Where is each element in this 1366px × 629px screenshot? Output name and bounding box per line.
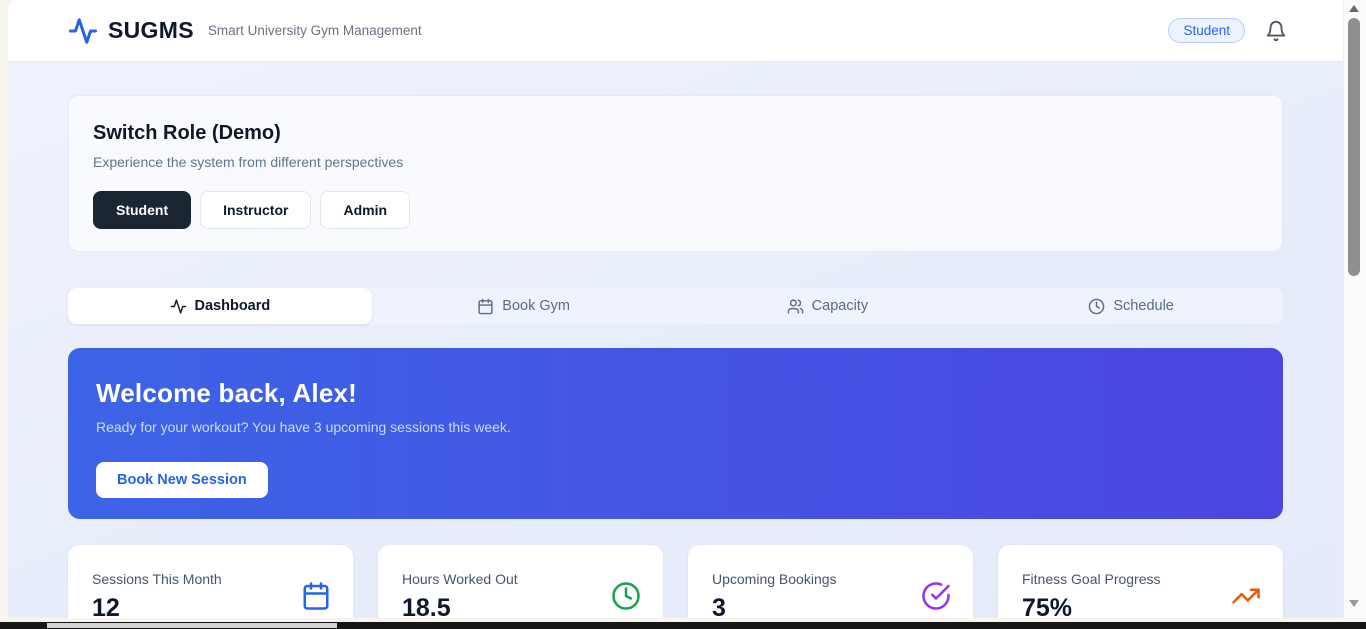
role-button-instructor[interactable]: Instructor [200,191,312,229]
tab-capacity[interactable]: Capacity [676,288,980,324]
trending-up-icon [1231,581,1261,611]
desktop: SUGMS Smart University Gym Management St… [0,0,1366,629]
tab-label: Book Gym [502,298,570,314]
scroll-down-arrow-icon[interactable] [1349,600,1359,607]
tab-schedule[interactable]: Schedule [979,288,1283,324]
stat-value: 18.5 [402,594,451,618]
stats-row: Sessions This Month 12 Hours Worked Out … [68,545,1283,618]
clock-icon [1089,298,1105,314]
check-circle-icon [921,581,951,611]
stat-card-bookings: Upcoming Bookings 3 [688,545,973,618]
stat-value: 3 [712,594,726,618]
stat-label: Hours Worked Out [402,571,518,587]
role-switcher-title: Switch Role (Demo) [93,122,281,144]
scroll-up-arrow-icon[interactable] [1349,5,1359,12]
activity-icon [170,298,186,314]
main-tab-bar: Dashboard Book Gym Capacity Schedule [68,288,1283,324]
horizontal-scrollbar[interactable] [0,622,1366,629]
welcome-subtitle: Ready for your workout? You have 3 upcom… [96,419,511,435]
stat-value: 12 [92,594,120,618]
calendar-icon [301,581,331,611]
tab-label: Dashboard [194,298,271,314]
vertical-scrollbar-thumb[interactable] [1348,18,1360,276]
users-icon [787,298,803,314]
stat-card-goal: Fitness Goal Progress 75% [998,545,1283,618]
stat-value: 75% [1022,594,1073,618]
tab-dashboard[interactable]: Dashboard [68,288,372,324]
stat-label: Upcoming Bookings [712,571,837,587]
tab-label: Capacity [811,298,869,314]
tab-label: Schedule [1113,298,1174,314]
app-header: SUGMS Smart University Gym Management St… [8,0,1343,62]
role-button-admin[interactable]: Admin [320,191,411,229]
activity-logo-icon [68,16,98,46]
stat-card-sessions: Sessions This Month 12 [68,545,353,618]
book-new-session-button[interactable]: Book New Session [96,462,268,498]
welcome-title: Welcome back, Alex! [96,378,358,408]
role-buttons: Student Instructor Admin [93,191,1258,229]
welcome-banner: Welcome back, Alex! Ready for your worko… [68,348,1283,519]
vertical-scrollbar[interactable] [1343,0,1366,618]
role-switcher-subtitle: Experience the system from different per… [93,154,404,170]
calendar-icon [478,298,493,314]
role-badge: Student [1168,18,1245,43]
horizontal-scrollbar-thumb[interactable] [47,623,337,628]
app-title: SUGMS [108,17,194,43]
app-tagline: Smart University Gym Management [207,23,422,38]
role-button-student[interactable]: Student [93,191,192,229]
stat-card-hours: Hours Worked Out 18.5 [378,545,663,618]
bell-icon[interactable] [1265,20,1287,42]
stat-label: Sessions This Month [92,571,222,587]
tab-book-gym[interactable]: Book Gym [372,288,676,324]
role-switcher-card: Switch Role (Demo) Experience the system… [68,95,1283,252]
page-content: Switch Role (Demo) Experience the system… [8,62,1343,618]
clock-icon [611,581,641,611]
header-actions: Student [1168,18,1287,43]
stat-label: Fitness Goal Progress [1022,571,1161,587]
app-window: SUGMS Smart University Gym Management St… [8,0,1343,618]
